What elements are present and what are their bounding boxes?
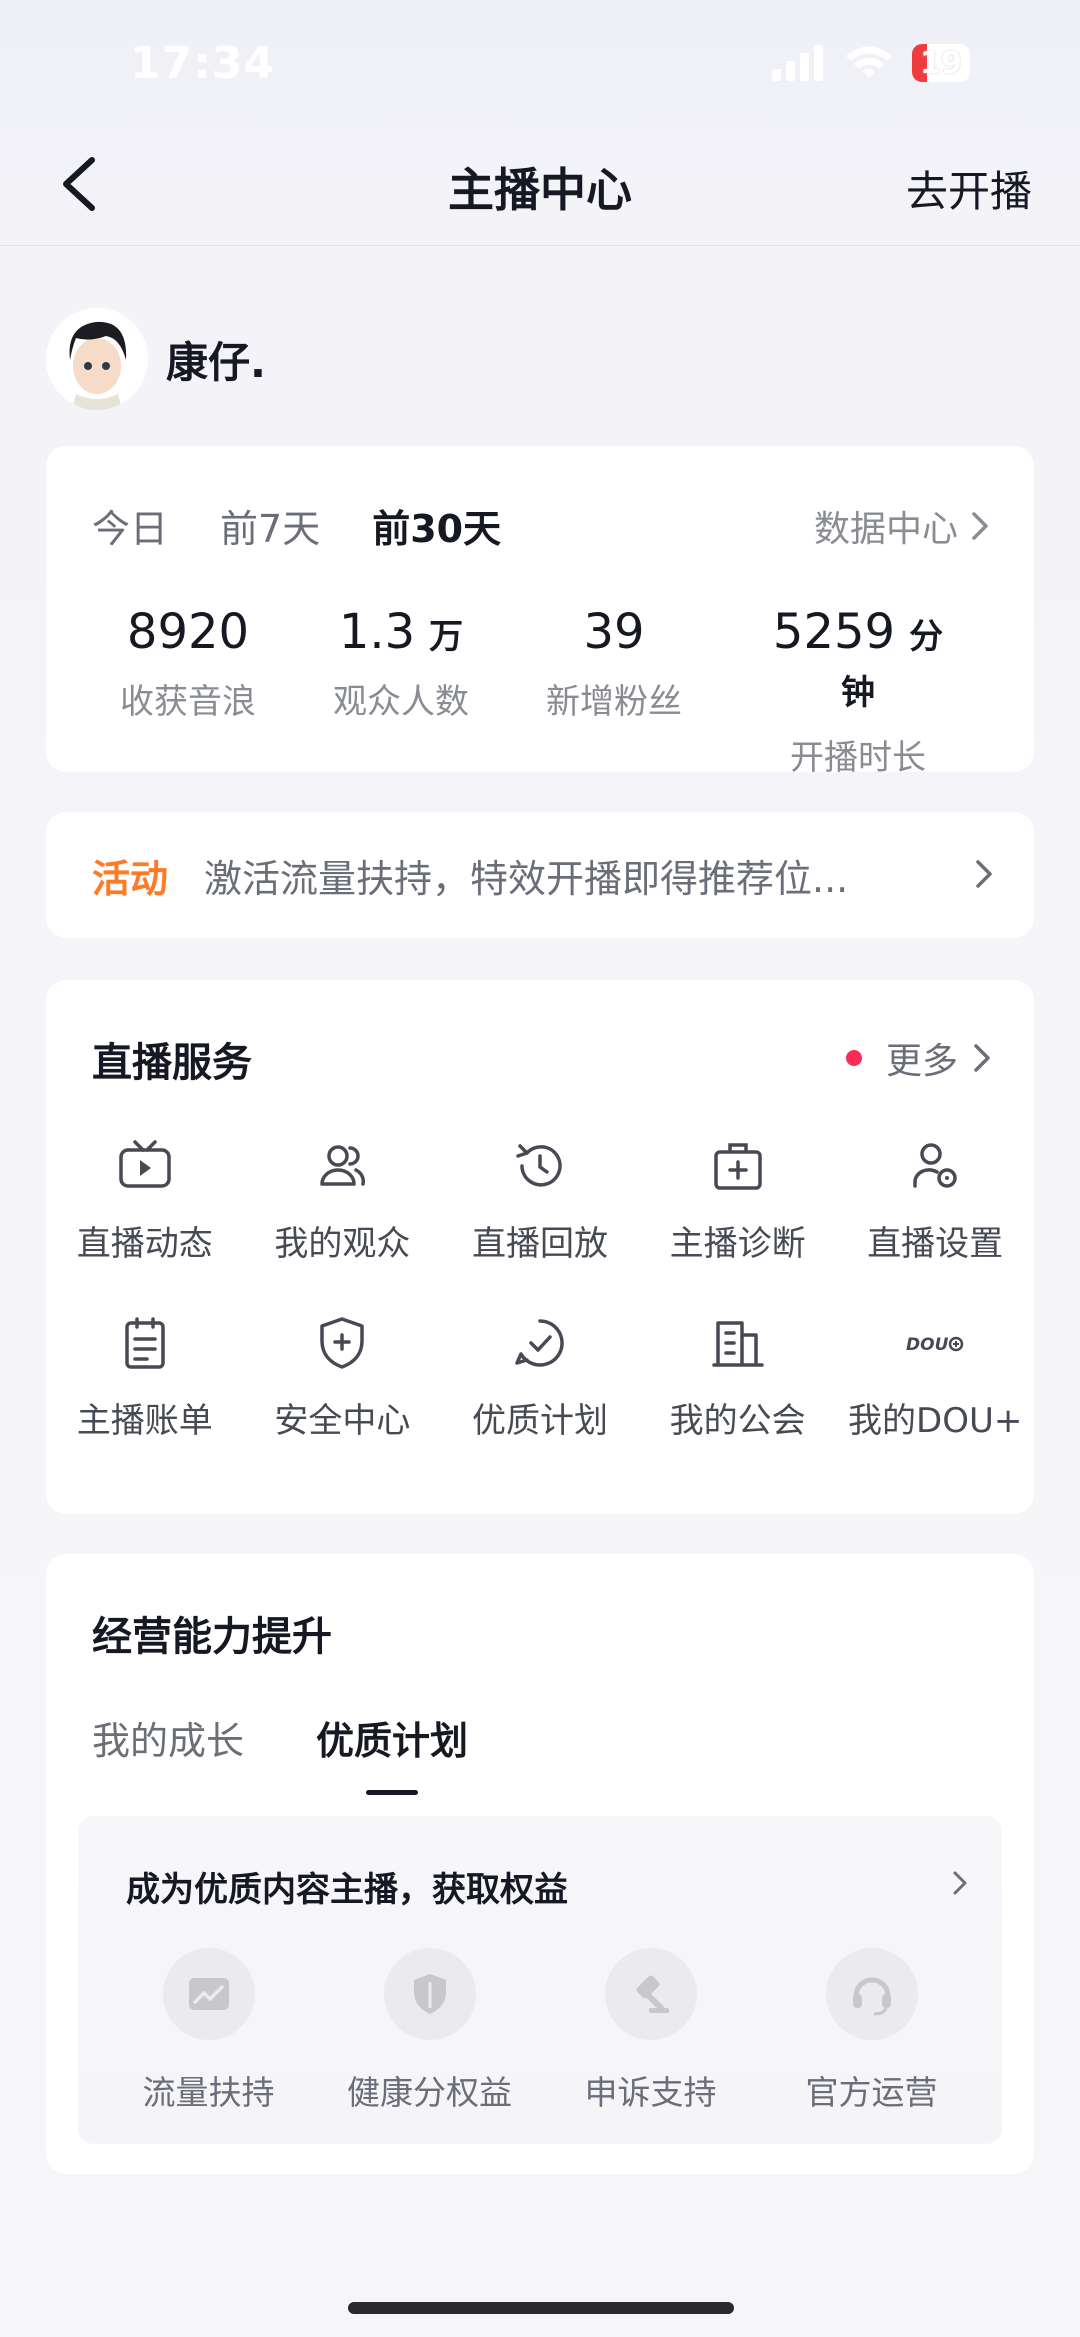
chevron-right-icon bbox=[974, 1044, 990, 1072]
service-label: 主播诊断 bbox=[669, 1224, 806, 1264]
service-security-center[interactable]: 安全中心 bbox=[244, 1313, 442, 1442]
stat-value: 5259 bbox=[772, 604, 896, 660]
dou-plus-icon: DOU bbox=[906, 1335, 964, 1355]
chevron-right-icon bbox=[972, 512, 988, 540]
business-growth-card: 经营能力提升 我的成长 优质计划 成为优质内容主播，获取权益 流量扶持 健康分权… bbox=[46, 1554, 1034, 2174]
stat-value: 8920 bbox=[126, 604, 250, 660]
audience-icon bbox=[320, 1145, 366, 1186]
stats-card: 今日 前7天 前30天 数据中心 8920 收获音浪 1.3 万 观众人数 39 … bbox=[46, 446, 1034, 778]
stat-label: 收获音浪 bbox=[120, 682, 256, 722]
cellular-signal-icon bbox=[772, 45, 823, 81]
benefit-label: 申诉支持 bbox=[584, 2073, 717, 2112]
username: 康仔. bbox=[166, 337, 266, 387]
period-tabs: 今日 前7天 前30天 bbox=[92, 498, 501, 555]
notification-dot bbox=[845, 1050, 862, 1066]
gavel-icon bbox=[604, 1948, 697, 2040]
stat-sound-waves[interactable]: 8920 收获音浪 bbox=[46, 604, 330, 779]
service-label: 我的公会 bbox=[669, 1401, 806, 1441]
traffic-chart-icon bbox=[162, 1948, 255, 2040]
benefit-label: 健康分权益 bbox=[347, 2073, 512, 2112]
benefit-official-ops[interactable]: 官方运营 bbox=[772, 1948, 972, 2114]
service-diagnosis[interactable]: 主播诊断 bbox=[639, 1136, 837, 1265]
building-icon bbox=[711, 1321, 764, 1367]
stat-live-duration[interactable]: 5259 分钟 开播时长 bbox=[756, 604, 960, 779]
more-link[interactable]: 更多 bbox=[845, 1032, 994, 1084]
user-settings-icon bbox=[913, 1143, 957, 1188]
service-replay[interactable]: 直播回放 bbox=[441, 1136, 639, 1265]
go-live-button[interactable]: 去开播 bbox=[906, 158, 1032, 219]
stat-viewers[interactable]: 1.3 万 观众人数 bbox=[330, 604, 472, 779]
wifi-icon bbox=[846, 46, 892, 78]
tab-7-days[interactable]: 前7天 bbox=[220, 498, 320, 553]
service-label: 安全中心 bbox=[274, 1401, 411, 1441]
activity-banner[interactable]: 活动 激活流量扶持，特效开播即得推荐位... bbox=[46, 812, 1034, 938]
status-bar: 17:34 19 bbox=[0, 0, 1080, 130]
service-label: 直播设置 bbox=[867, 1224, 1004, 1264]
check-circle-icon bbox=[515, 1319, 564, 1367]
health-shield-icon bbox=[383, 1948, 476, 2040]
section-title: 直播服务 bbox=[92, 1040, 252, 1086]
service-label: 我的观众 bbox=[274, 1224, 411, 1264]
tab-today[interactable]: 今日 bbox=[92, 498, 168, 553]
activity-tag: 活动 bbox=[92, 856, 169, 901]
quality-plan-panel[interactable]: 成为优质内容主播，获取权益 流量扶持 健康分权益 申诉支持 官方运营 bbox=[78, 1816, 1002, 2144]
service-bill[interactable]: 主播账单 bbox=[46, 1313, 244, 1442]
growth-tabs: 我的成长 优质计划 bbox=[92, 1710, 468, 1795]
benefit-label: 官方运营 bbox=[805, 2073, 938, 2112]
service-label: 主播账单 bbox=[76, 1401, 213, 1441]
service-my-guild[interactable]: 我的公会 bbox=[639, 1313, 837, 1442]
medical-kit-icon bbox=[713, 1143, 762, 1190]
benefits-row: 流量扶持 健康分权益 申诉支持 官方运营 bbox=[78, 1948, 1002, 2114]
stat-value: 1.3 bbox=[338, 604, 416, 660]
stat-unit: 万 bbox=[429, 617, 464, 657]
replay-clock-icon bbox=[516, 1144, 562, 1187]
tab-quality-plan[interactable]: 优质计划 bbox=[316, 1710, 468, 1795]
service-my-audience[interactable]: 我的观众 bbox=[244, 1136, 442, 1265]
status-time: 17:34 bbox=[130, 38, 276, 89]
battery-icon: 19 bbox=[912, 44, 970, 82]
shield-plus-icon bbox=[320, 1317, 365, 1369]
chevron-right-icon bbox=[976, 860, 992, 888]
service-label: 直播回放 bbox=[471, 1224, 608, 1264]
tab-my-growth[interactable]: 我的成长 bbox=[92, 1710, 244, 1765]
profile-header[interactable]: 康仔. bbox=[46, 308, 266, 410]
stat-new-fans[interactable]: 39 新增粉丝 bbox=[472, 604, 756, 779]
service-dou-plus[interactable]: DOU 我的DOU+ bbox=[836, 1313, 1034, 1442]
benefit-health-score[interactable]: 健康分权益 bbox=[330, 1948, 530, 2114]
battery-level: 19 bbox=[920, 45, 962, 81]
stat-label: 观众人数 bbox=[333, 682, 469, 722]
activity-text: 激活流量扶持，特效开播即得推荐位... bbox=[204, 856, 849, 901]
tab-30-days[interactable]: 前30天 bbox=[372, 498, 501, 555]
data-center-link[interactable]: 数据中心 bbox=[814, 500, 992, 552]
live-services-card: 直播服务 更多 直播动态 我的观众 直播回放 主播诊断 直播设置 主播账单 安全… bbox=[46, 980, 1034, 1514]
service-quality-plan[interactable]: 优质计划 bbox=[441, 1313, 639, 1442]
services-grid: 直播动态 我的观众 直播回放 主播诊断 直播设置 主播账单 安全中心 优质计划 bbox=[46, 1136, 1034, 1442]
service-label: 优质计划 bbox=[471, 1401, 608, 1441]
service-live-feed[interactable]: 直播动态 bbox=[46, 1136, 244, 1265]
service-label: 我的DOU+ bbox=[848, 1401, 1023, 1441]
benefit-traffic-support[interactable]: 流量扶持 bbox=[109, 1948, 309, 2114]
headset-icon bbox=[825, 1948, 918, 2040]
panel-title: 成为优质内容主播，获取权益 bbox=[126, 1870, 568, 1910]
svg-text:DOU: DOU bbox=[906, 1335, 949, 1355]
stats-row: 8920 收获音浪 1.3 万 观众人数 39 新增粉丝 5259 分钟 开播时长 bbox=[46, 604, 1034, 779]
bill-icon bbox=[125, 1317, 165, 1369]
service-live-settings[interactable]: 直播设置 bbox=[836, 1136, 1034, 1265]
service-label: 直播动态 bbox=[76, 1224, 213, 1264]
section-title: 经营能力提升 bbox=[92, 1614, 332, 1660]
avatar-image bbox=[46, 308, 148, 410]
more-label: 更多 bbox=[885, 1041, 958, 1082]
benefit-appeal-support[interactable]: 申诉支持 bbox=[551, 1948, 751, 2114]
tv-play-icon bbox=[119, 1140, 171, 1188]
avatar[interactable] bbox=[46, 308, 148, 410]
stat-value: 39 bbox=[583, 604, 645, 660]
status-icons: 19 bbox=[772, 44, 970, 82]
nav-bar: 主播中心 去开播 bbox=[0, 130, 1080, 246]
data-center-label: 数据中心 bbox=[813, 509, 958, 550]
stat-label: 开播时长 bbox=[790, 738, 926, 778]
chevron-right-icon bbox=[953, 1871, 967, 1895]
stat-label: 新增粉丝 bbox=[546, 682, 682, 722]
home-indicator[interactable] bbox=[348, 2302, 734, 2314]
benefit-label: 流量扶持 bbox=[142, 2073, 275, 2112]
